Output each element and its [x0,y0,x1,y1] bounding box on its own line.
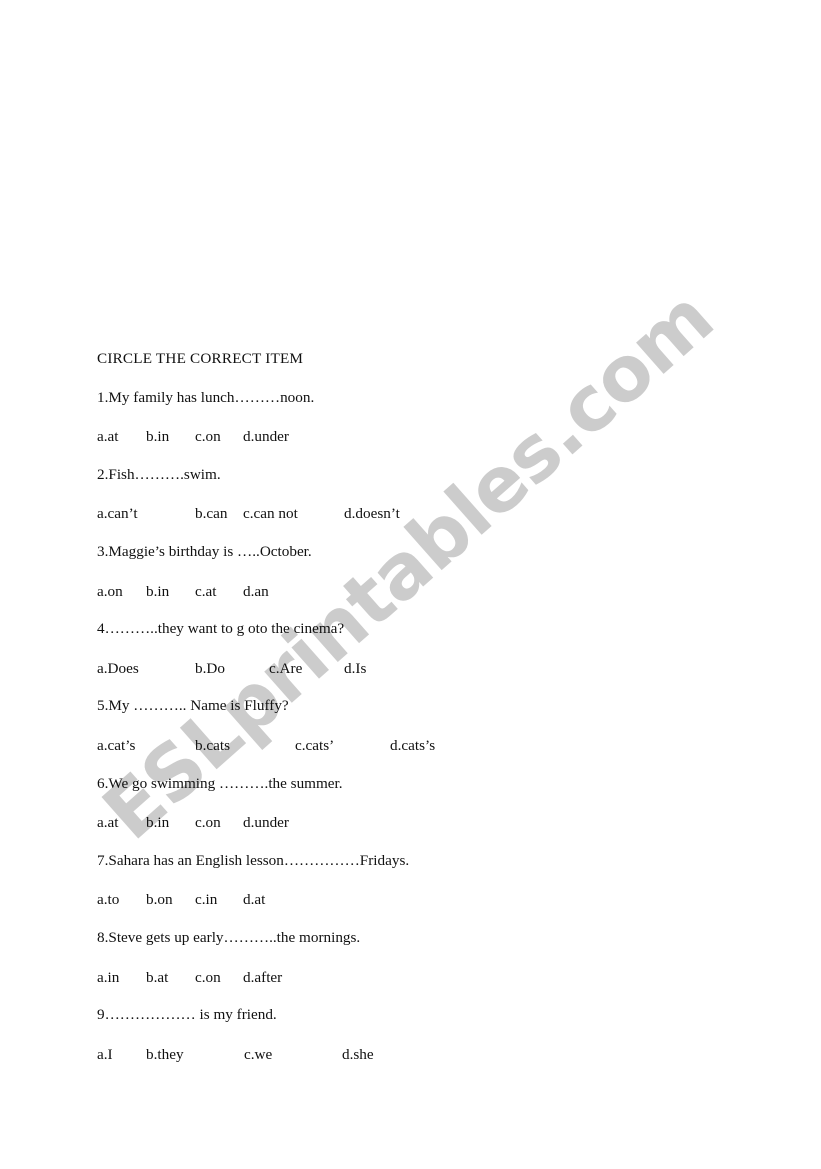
answer-option[interactable]: a.in [97,968,119,987]
question-prompt: 4………..they want to g oto the cinema? [97,620,345,638]
answer-option[interactable]: b.they [146,1045,184,1064]
answer-option[interactable]: a.to [97,890,119,909]
answer-option[interactable]: c.on [195,968,221,987]
answer-option[interactable]: c.Are [269,659,302,678]
answer-option[interactable]: b.on [146,890,173,909]
answer-option[interactable]: d.at [243,890,265,909]
answer-option[interactable]: a.at [97,813,119,832]
answer-option[interactable]: d.under [243,427,289,446]
question-prompt: 3.Maggie’s birthday is …..October. [97,543,312,560]
answer-option[interactable]: d.Is [344,659,366,678]
question-prompt: 7.Sahara has an English lesson……………Frida… [97,851,410,869]
answer-option[interactable]: b.can [195,504,227,523]
answer-option[interactable]: b.at [146,968,168,987]
worksheet-content: CIRCLE THE CORRECT ITEM 1.My family has … [0,0,821,1169]
answer-option[interactable]: a.Does [97,659,139,678]
question-prompt: 2.Fish……….swim. [97,465,221,483]
page-title: CIRCLE THE CORRECT ITEM [97,350,304,367]
answer-option[interactable]: c.on [195,427,221,446]
question-prompt: 8.Steve gets up early………..the mornings. [97,929,361,946]
answer-option[interactable]: d.doesn’t [344,504,400,523]
answer-option[interactable]: d.after [243,968,282,987]
question-prompt: 1.My family has lunch………noon. [97,388,315,406]
answer-option[interactable]: b.in [146,427,169,446]
answer-option[interactable]: c.can not [243,504,298,523]
question-prompt: 5.My ……….. Name is Fluffy? [97,697,289,715]
answer-option[interactable]: d.she [342,1045,374,1064]
question-prompt: 6.We go swimming ……….the summer. [97,774,343,792]
answer-option[interactable]: c.at [195,582,217,601]
answer-option[interactable]: a.at [97,427,119,446]
answer-option[interactable]: a.cat’s [97,736,135,755]
answer-option[interactable]: d.an [243,582,269,601]
answer-option[interactable]: b.cats [195,736,230,755]
answer-option[interactable]: a.on [97,582,123,601]
question-prompt: 9……………… is my friend. [97,1006,277,1024]
answer-option[interactable]: b.in [146,582,169,601]
answer-option[interactable]: d.under [243,813,289,832]
answer-option[interactable]: d.cats’s [390,736,435,755]
answer-option[interactable]: c.we [244,1045,272,1064]
answer-option[interactable]: c.on [195,813,221,832]
answer-option[interactable]: b.Do [195,659,225,678]
answer-option[interactable]: a.I [97,1045,113,1064]
answer-option[interactable]: b.in [146,813,169,832]
answer-option[interactable]: c.cats’ [295,736,334,755]
answer-option[interactable]: c.in [195,890,217,909]
answer-option[interactable]: a.can’t [97,504,138,523]
worksheet-page: ESLprintables.com CIRCLE THE CORRECT ITE… [0,0,821,1169]
